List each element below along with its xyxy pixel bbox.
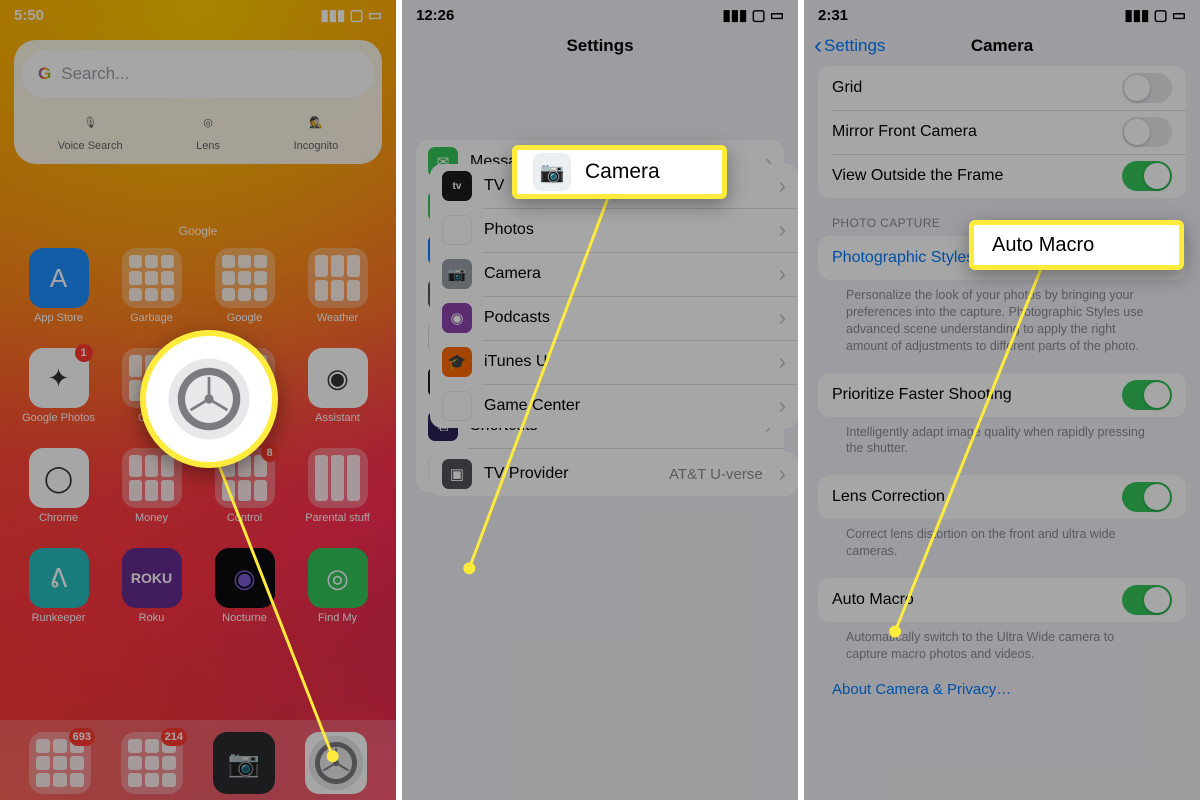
- row-gamecenter[interactable]: ●Game Center›: [430, 384, 798, 428]
- tvprovider-icon: ▣: [442, 459, 472, 489]
- lens-icon: ◎: [194, 108, 222, 136]
- status-right: ▮▮▮ ▢ ▭: [321, 6, 382, 24]
- status-bar: 5:50 ▮▮▮ ▢ ▭: [0, 0, 396, 30]
- chevron-right-icon: ›: [779, 175, 786, 197]
- chevron-right-icon: ›: [779, 307, 786, 329]
- status-bar: 12:26 ▮▮▮ ▢ ▭: [402, 0, 798, 30]
- gear-icon: [305, 732, 367, 794]
- row-mirror[interactable]: Mirror Front Camera: [818, 110, 1186, 154]
- app-appstore[interactable]: AApp Store: [14, 248, 103, 324]
- callout-settings-icon: [140, 330, 278, 468]
- chevron-right-icon: ›: [779, 263, 786, 285]
- status-time: 5:50: [14, 7, 44, 24]
- lens[interactable]: ◎Lens: [194, 108, 222, 152]
- chevron-right-icon: ›: [779, 395, 786, 417]
- toggle-faster[interactable]: [1122, 380, 1172, 410]
- privacy-link[interactable]: About Camera & Privacy…: [832, 681, 1172, 698]
- chevron-right-icon: ›: [779, 351, 786, 373]
- google-caption: Google: [0, 224, 396, 238]
- photos-icon: ✿: [442, 215, 472, 245]
- mic-icon: 🎙: [76, 108, 104, 136]
- dock-camera[interactable]: 📷: [213, 732, 275, 794]
- app-chrome[interactable]: ◯Chrome: [14, 448, 103, 524]
- row-faster-shooting[interactable]: Prioritize Faster Shooting: [818, 373, 1186, 417]
- back-button[interactable]: ‹Settings: [814, 36, 885, 56]
- voice-search[interactable]: 🎙Voice Search: [58, 108, 123, 152]
- google-widget[interactable]: G Search... 🎙Voice Search ◎Lens 🕵Incogni…: [14, 40, 382, 164]
- status-time: 12:26: [416, 7, 454, 24]
- row-camera[interactable]: 📷Camera›: [430, 252, 798, 296]
- chevron-left-icon: ‹: [814, 38, 822, 55]
- gear-icon: [163, 353, 255, 445]
- incognito[interactable]: 🕵Incognito: [294, 108, 339, 152]
- macro-footer: Automatically switch to the Ultra Wide c…: [846, 629, 1158, 663]
- itunesu-icon: 🎓: [442, 347, 472, 377]
- incognito-icon: 🕵: [302, 108, 330, 136]
- styles-footer: Personalize the look of your photos by b…: [846, 287, 1158, 355]
- chevron-right-icon: ›: [779, 219, 786, 241]
- status-bar: 2:31 ▮▮▮ ▢ ▭: [804, 0, 1200, 30]
- search-placeholder: Search...: [61, 64, 129, 84]
- google-search[interactable]: G Search...: [22, 50, 374, 98]
- app-google-photos[interactable]: ✦1Google Photos: [14, 348, 103, 424]
- toggle-mirror[interactable]: [1122, 117, 1172, 147]
- status-right: ▮▮▮ ▢ ▭: [723, 6, 784, 24]
- row-itunesu[interactable]: 🎓iTunes U›: [430, 340, 798, 384]
- app-nocturne[interactable]: ◉Nocturne: [200, 548, 289, 624]
- dock-settings[interactable]: [305, 732, 367, 794]
- folder-parental[interactable]: Parental stuff: [293, 448, 382, 524]
- row-lens-correction[interactable]: Lens Correction: [818, 475, 1186, 519]
- folder-weather[interactable]: Weather: [293, 248, 382, 324]
- google-g-icon: G: [38, 64, 51, 84]
- toggle-lens[interactable]: [1122, 482, 1172, 512]
- gamecenter-icon: ●: [442, 391, 472, 421]
- row-podcasts[interactable]: ◉Podcasts›: [430, 296, 798, 340]
- status-right: ▮▮▮ ▢ ▭: [1125, 6, 1186, 24]
- row-photos[interactable]: ✿Photos›: [430, 208, 798, 252]
- app-roku[interactable]: ROKURoku: [107, 548, 196, 624]
- row-grid[interactable]: Grid: [818, 66, 1186, 110]
- camera-icon: 📷: [533, 153, 571, 191]
- app-findmy[interactable]: ◎Find My: [293, 548, 382, 624]
- tv-icon: tv: [442, 171, 472, 201]
- faster-footer: Intelligently adapt image quality when r…: [846, 424, 1158, 458]
- dock-folder-1[interactable]: 693: [29, 732, 91, 794]
- lens-footer: Correct lens distortion on the front and…: [846, 526, 1158, 560]
- row-auto-macro[interactable]: Auto Macro: [818, 578, 1186, 622]
- row-view-outside[interactable]: View Outside the Frame: [818, 154, 1186, 198]
- row-tvprovider[interactable]: ▣TV ProviderAT&T U-verse›: [430, 452, 798, 496]
- folder-google[interactable]: Google: [200, 248, 289, 324]
- callout-camera: 📷 Camera: [512, 145, 727, 199]
- status-time: 2:31: [818, 7, 848, 24]
- app-assistant[interactable]: ◉Assistant: [293, 348, 382, 424]
- folder-garbage[interactable]: Garbage: [107, 248, 196, 324]
- podcasts-icon: ◉: [442, 303, 472, 333]
- chevron-right-icon: ›: [779, 463, 786, 485]
- camera-icon: 📷: [442, 259, 472, 289]
- app-runkeeper[interactable]: ᕕRunkeeper: [14, 548, 103, 624]
- settings-title: Settings: [402, 36, 798, 56]
- dock-folder-2[interactable]: 214: [121, 732, 183, 794]
- toggle-view-outside[interactable]: [1122, 161, 1172, 191]
- callout-auto-macro: Auto Macro: [969, 220, 1184, 270]
- toggle-grid[interactable]: [1122, 73, 1172, 103]
- toggle-auto-macro[interactable]: [1122, 585, 1172, 615]
